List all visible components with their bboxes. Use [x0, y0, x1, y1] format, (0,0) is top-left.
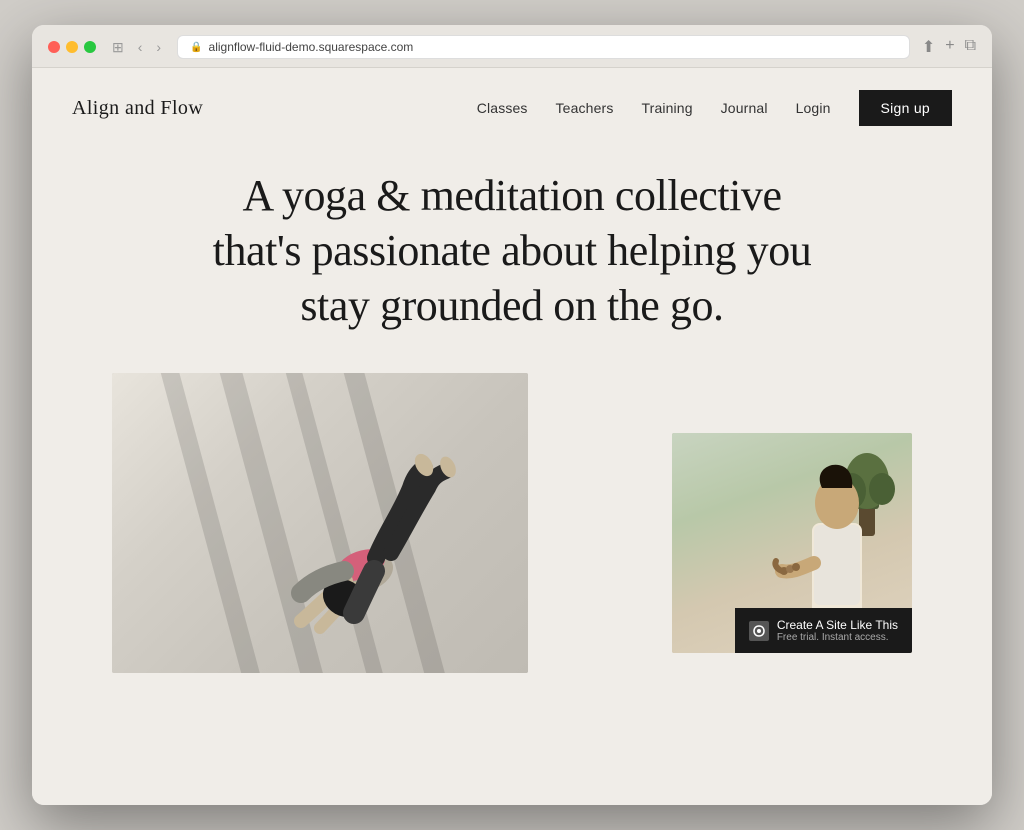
yoga-pose-image — [112, 373, 528, 673]
yoga-image-content — [112, 373, 528, 673]
browser-actions: ⬆ + ⧉ — [922, 37, 976, 57]
tabs-icon[interactable]: ⧉ — [965, 37, 976, 57]
squarespace-logo — [749, 621, 769, 641]
traffic-lights — [48, 41, 96, 53]
window-tile-icon[interactable]: ⊞ — [108, 37, 128, 58]
nav-login[interactable]: Login — [796, 100, 831, 116]
nav-teachers[interactable]: Teachers — [556, 100, 614, 116]
maximize-button[interactable] — [84, 41, 96, 53]
browser-nav-controls: ⊞ ‹ › — [108, 37, 165, 58]
nav-training[interactable]: Training — [641, 100, 692, 116]
images-row: Create A Site Like This Free trial. Inst… — [72, 373, 952, 673]
meditation-image: Create A Site Like This Free trial. Inst… — [672, 433, 912, 653]
site-logo[interactable]: Align and Flow — [72, 97, 203, 120]
url-display: alignflow-fluid-demo.squarespace.com — [209, 40, 414, 54]
ss-badge-title: Create A Site Like This — [777, 618, 898, 632]
back-button[interactable]: ‹ — [134, 37, 147, 57]
lock-icon: 🔒 — [190, 42, 202, 53]
hero-text-block: A yoga & meditation collective that's pa… — [212, 168, 812, 333]
nav-classes[interactable]: Classes — [477, 100, 528, 116]
close-button[interactable] — [48, 41, 60, 53]
navbar: Align and Flow Classes Teachers Training… — [32, 68, 992, 148]
browser-chrome: ⊞ ‹ › 🔒 alignflow-fluid-demo.squarespace… — [32, 25, 992, 68]
website-content: Align and Flow Classes Teachers Training… — [32, 68, 992, 805]
share-icon[interactable]: ⬆ — [922, 37, 935, 57]
ss-badge-subtitle: Free trial. Instant access. — [777, 632, 898, 643]
address-bar[interactable]: 🔒 alignflow-fluid-demo.squarespace.com — [177, 35, 910, 59]
nav-journal[interactable]: Journal — [721, 100, 768, 116]
yoga-person-svg — [236, 393, 516, 673]
nav-links: Classes Teachers Training Journal Login … — [477, 90, 952, 126]
squarespace-badge[interactable]: Create A Site Like This Free trial. Inst… — [735, 608, 912, 653]
hero-section: A yoga & meditation collective that's pa… — [32, 148, 992, 703]
hero-heading: A yoga & meditation collective that's pa… — [212, 168, 812, 333]
browser-window: ⊞ ‹ › 🔒 alignflow-fluid-demo.squarespace… — [32, 25, 992, 805]
minimize-button[interactable] — [66, 41, 78, 53]
new-tab-icon[interactable]: + — [945, 37, 954, 57]
forward-button[interactable]: › — [152, 37, 165, 57]
signup-button[interactable]: Sign up — [859, 90, 952, 126]
ss-badge-text: Create A Site Like This Free trial. Inst… — [777, 618, 898, 643]
ss-icon — [751, 623, 767, 639]
